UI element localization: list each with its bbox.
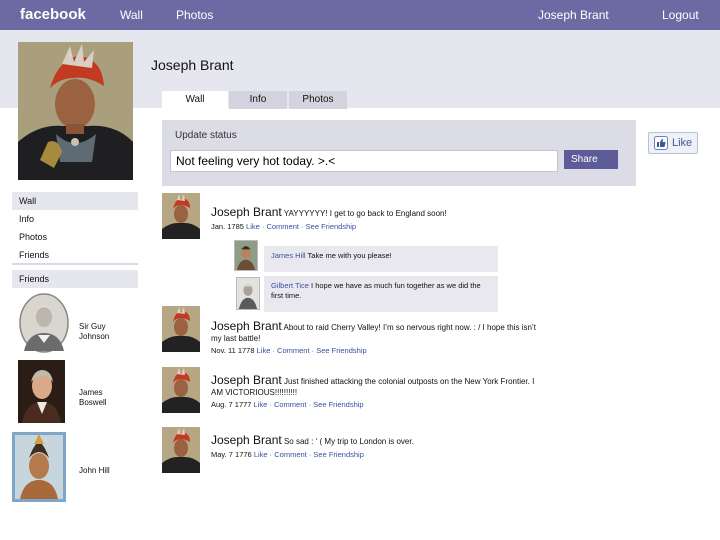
post-meta: May. 7 1776 Like · Comment · See Friends… <box>211 450 364 459</box>
sidebar-item-info[interactable]: Info <box>12 210 138 228</box>
comment-author[interactable]: James Hill <box>271 251 306 260</box>
like-label: Like <box>672 137 693 149</box>
tab-wall[interactable]: Wall <box>162 91 228 109</box>
tab-photos[interactable]: Photos <box>289 91 347 109</box>
post-actions[interactable]: Like · Comment · See Friendship <box>257 346 367 355</box>
comment-item: Gilbert Tice I hope we have as much fun … <box>264 276 498 312</box>
comment-text: Gilbert Tice I hope we have as much fun … <box>271 281 493 301</box>
post-date: Aug. 7 1777 <box>211 400 252 409</box>
nav-link-photos[interactable]: Photos <box>176 8 213 22</box>
comment-author[interactable]: Gilbert Tice <box>271 281 309 290</box>
sidebar-item-photos[interactable]: Photos <box>12 228 138 246</box>
status-input[interactable]: Not feeling very hot today. >.< <box>170 150 558 172</box>
post-avatar[interactable] <box>162 193 200 239</box>
sidebar-item-wall[interactable]: Wall <box>12 192 138 210</box>
facebook-logo[interactable]: facebook <box>20 6 86 23</box>
comment-avatar-james-hill[interactable] <box>234 240 258 271</box>
post-author[interactable]: Joseph Brant <box>211 319 282 333</box>
post-text: Joseph Brant YAYYYYYY! I get to go back … <box>211 205 541 219</box>
post-actions[interactable]: Like · Comment · See Friendship <box>246 222 356 231</box>
top-navigation-bar: facebook Wall Photos Joseph Brant Logout <box>0 0 720 30</box>
post-meta: Nov. 11 1778 Like · Comment · See Friend… <box>211 346 367 355</box>
status-label: Update status <box>175 130 237 141</box>
post-text: Joseph Brant Just finished attacking the… <box>211 373 541 398</box>
sidebar-item-friends[interactable]: Friends <box>12 246 138 264</box>
tab-info[interactable]: Info <box>229 91 287 109</box>
post-author[interactable]: Joseph Brant <box>211 373 282 387</box>
post-meta: Jan. 1785 Like · Comment · See Friendshi… <box>211 222 356 231</box>
friend-photo-james-boswell[interactable] <box>18 360 65 423</box>
post-avatar[interactable] <box>162 306 200 352</box>
post-actions[interactable]: Like · Comment · See Friendship <box>254 400 364 409</box>
post-date: May. 7 1776 <box>211 450 252 459</box>
friend-name-james-boswell[interactable]: James Boswell <box>79 388 129 408</box>
logout-link[interactable]: Logout <box>662 8 699 22</box>
nav-link-wall[interactable]: Wall <box>120 8 143 22</box>
friends-section-header: Friends <box>12 270 138 288</box>
comment-body: Take me with you please! <box>307 251 392 260</box>
profile-name: Joseph Brant <box>151 57 234 73</box>
thumbs-up-icon <box>654 136 668 150</box>
post-text: Joseph Brant About to raid Cherry Valley… <box>211 319 541 344</box>
friend-photo-sir-guy-johnson[interactable] <box>18 293 70 353</box>
post-actions[interactable]: Like · Comment · See Friendship <box>254 450 364 459</box>
share-button[interactable]: Share <box>564 150 618 169</box>
comment-item: James Hill Take me with you please! <box>264 246 498 272</box>
post-body: YAYYYYYY! I get to go back to England so… <box>283 209 447 218</box>
post-author[interactable]: Joseph Brant <box>211 205 282 219</box>
friend-name-sir-guy-johnson[interactable]: Sir Guy Johnson <box>79 322 129 342</box>
friend-photo-john-hill[interactable] <box>12 432 66 502</box>
friend-name-john-hill[interactable]: John Hill <box>79 466 129 476</box>
comment-text: James Hill Take me with you please! <box>271 251 493 261</box>
post-date: Nov. 11 1778 <box>211 346 255 355</box>
post-body: So sad : ‘ ( My trip to London is over. <box>283 437 414 446</box>
post-text: Joseph Brant So sad : ‘ ( My trip to Lon… <box>211 433 541 447</box>
comment-avatar-gilbert-tice[interactable] <box>236 277 260 310</box>
sidebar-divider <box>12 263 138 265</box>
nav-link-profile[interactable]: Joseph Brant <box>538 8 609 22</box>
post-meta: Aug. 7 1777 Like · Comment · See Friends… <box>211 400 364 409</box>
profile-photo[interactable] <box>18 42 133 180</box>
post-author[interactable]: Joseph Brant <box>211 433 282 447</box>
status-update-box: Update status Not feeling very hot today… <box>162 120 636 186</box>
post-date: Jan. 1785 <box>211 222 244 231</box>
post-avatar[interactable] <box>162 367 200 413</box>
post-avatar[interactable] <box>162 427 200 473</box>
like-button[interactable]: Like <box>648 132 698 154</box>
